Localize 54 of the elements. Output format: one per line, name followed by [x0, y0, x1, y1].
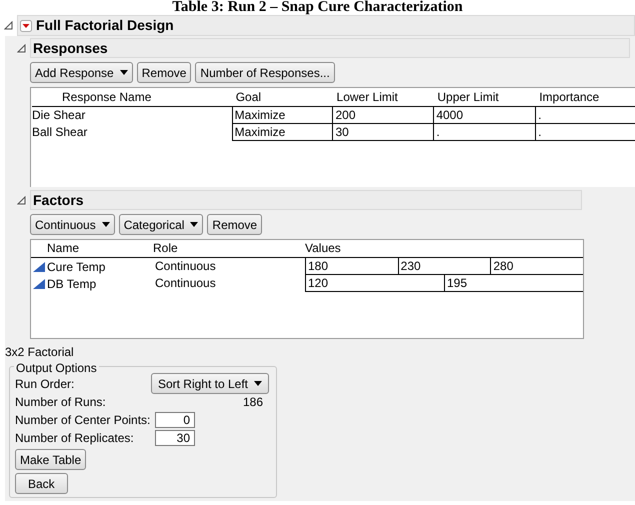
- button[interactable]: Remove: [136, 62, 192, 83]
- table-cell-text: Continuous: [154, 275, 217, 292]
- dropdown-button[interactable]: Categorical: [118, 214, 204, 235]
- center-points-label: Number of Center Points:: [15, 412, 152, 429]
- table-cell: 230: [398, 258, 490, 275]
- input-field[interactable]: 0: [155, 412, 195, 428]
- table-cell: 200: [332, 107, 434, 124]
- column-header: Lower Limit: [336, 89, 399, 106]
- table-cell: 120: [305, 275, 444, 292]
- disclosure-triangle-icon[interactable]: [17, 196, 26, 204]
- caret-icon: [254, 381, 262, 386]
- runs-label: Number of Runs:: [15, 395, 106, 410]
- table-cell: 280: [490, 258, 584, 275]
- button[interactable]: Number of Responses...: [195, 62, 335, 83]
- button[interactable]: Make Table: [15, 449, 86, 470]
- disclosure-triangle-icon[interactable]: [17, 44, 26, 52]
- run-order-label: Run Order:: [15, 376, 74, 392]
- table-cell-text: Die Shear: [32, 107, 86, 124]
- column-header: Upper Limit: [436, 89, 500, 106]
- disclosure-triangle-icon[interactable]: [4, 21, 13, 30]
- table-cell: Maximize: [232, 107, 332, 124]
- table-cell: 195: [444, 275, 583, 292]
- design-summary: 3x2 Factorial: [5, 345, 75, 360]
- table-cell: .: [535, 107, 635, 124]
- button[interactable]: Back: [15, 473, 68, 494]
- continuous-factor-icon: [33, 262, 45, 272]
- table-cell-text: Continuous: [154, 258, 217, 275]
- section-header: Responses: [30, 38, 630, 58]
- continuous-factor-icon: [33, 278, 45, 288]
- run-order-dropdown[interactable]: Sort Right to Left: [150, 373, 269, 394]
- table-cell: 4000: [433, 107, 536, 124]
- replicates-label: Number of Replicates:: [15, 430, 135, 447]
- button[interactable]: Remove: [207, 214, 262, 235]
- table-caption: Table 3: Run 2 – Snap Cure Characterization: [171, 0, 464, 14]
- factor-name: DB Temp: [47, 276, 96, 292]
- runs-value: 186: [242, 395, 263, 410]
- dropdown-button[interactable]: Add Response: [30, 62, 133, 83]
- report-title: Full Factorial Design: [36, 16, 174, 35]
- table-cell: Maximize: [232, 124, 332, 141]
- column-header: Response Name: [61, 89, 152, 106]
- dropdown-button[interactable]: Continuous: [30, 214, 115, 235]
- factor-name: Cure Temp: [47, 258, 106, 276]
- column-header: Role: [153, 240, 179, 257]
- table-cell: 180: [305, 258, 398, 275]
- table-cell: .: [433, 124, 536, 141]
- column-header: Values: [305, 240, 342, 257]
- table-cell: .: [535, 124, 635, 141]
- column-header: Goal: [234, 89, 262, 106]
- table-cell: 30: [332, 124, 434, 141]
- input-field[interactable]: 30: [155, 430, 195, 446]
- column-header: Name: [46, 240, 80, 257]
- column-header: Importance: [538, 89, 600, 106]
- section-header: Factors: [30, 190, 582, 210]
- table-cell-text: Ball Shear: [32, 124, 88, 141]
